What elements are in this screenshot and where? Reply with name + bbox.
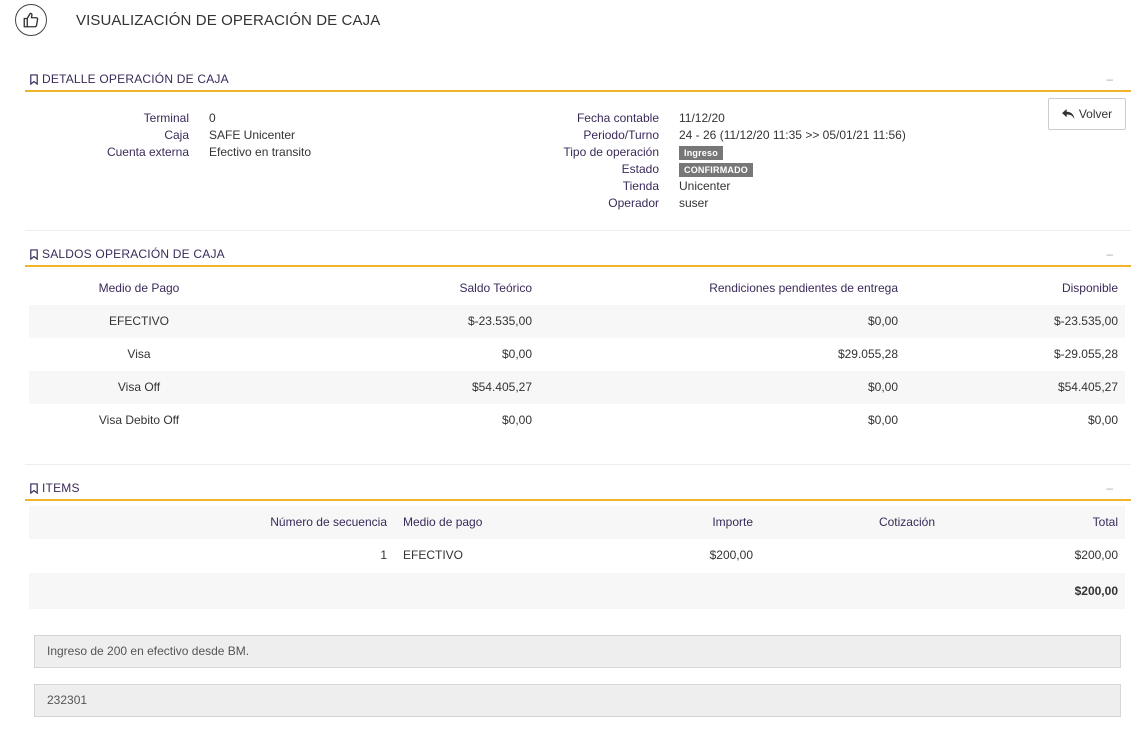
cell-saldo: $-23.535,00 <box>467 314 532 328</box>
section-title-detalle: DETALLE OPERACIÓN DE CAJA <box>42 72 229 86</box>
col-medio-de-pago: Medio de pago <box>403 515 483 529</box>
volver-button-label: Volver <box>1078 107 1113 121</box>
table-row: 1 EFECTIVO $200,00 $200,00 <box>29 539 1125 572</box>
col-saldo-teorico: Saldo Teórico <box>459 281 533 295</box>
cell-cotizacion <box>789 539 935 572</box>
cell-rendiciones: $0,00 <box>867 380 898 394</box>
periodo-turno-label: Periodo/Turno <box>583 128 659 142</box>
bookmark-icon <box>30 248 38 260</box>
tienda-label: Tienda <box>622 179 659 193</box>
cell-saldo: $0,00 <box>501 413 532 427</box>
cell-saldo: $0,00 <box>501 347 532 361</box>
section-title-items: ITEMS <box>42 481 80 495</box>
cell-rendiciones: $0,00 <box>867 314 898 328</box>
tienda-value: Unicenter <box>679 179 731 193</box>
divider <box>25 230 1131 231</box>
cell-rendiciones: $29.055,28 <box>837 347 898 361</box>
cell-disponible: $-29.055,28 <box>1053 347 1118 361</box>
cell-disponible: $0,00 <box>1087 413 1118 427</box>
cell-saldo: $54.405,27 <box>471 380 532 394</box>
cell-disponible: $54.405,27 <box>1057 380 1118 394</box>
cell-total: $200,00 <box>1074 548 1118 562</box>
volver-button[interactable]: Volver <box>1048 98 1126 130</box>
cell-secuencia: 1 <box>380 548 387 562</box>
col-cotizacion: Cotización <box>878 515 935 529</box>
items-header-row: Número de secuencia Medio de pago Import… <box>29 506 1125 539</box>
cuenta-externa-label: Cuenta externa <box>106 145 189 159</box>
bookmark-icon <box>30 482 38 494</box>
collapse-saldos-button[interactable]: – <box>1106 247 1113 261</box>
cell-medio: EFECTIVO <box>108 314 169 328</box>
operador-label: Operador <box>608 196 659 210</box>
cell-rendiciones: $0,00 <box>867 413 898 427</box>
table-row: Visa $0,00 $29.055,28 $-29.055,28 <box>29 338 1125 371</box>
estado-badge: CONFIRMADO <box>679 163 753 177</box>
table-row: EFECTIVO $-23.535,00 $0,00 $-23.535,00 <box>29 305 1125 338</box>
section-header-saldos[interactable]: SALDOS OPERACIÓN DE CAJA – <box>25 245 1131 267</box>
cell-medio: Visa Debito Off <box>98 413 180 427</box>
cuenta-externa-value: Efectivo en transito <box>209 145 312 159</box>
terminal-label: Terminal <box>143 111 189 125</box>
operador-value: suser <box>679 196 709 210</box>
items-total-row: $200,00 <box>29 573 1125 609</box>
col-importe: Importe <box>712 515 753 529</box>
table-row: Visa Off $54.405,27 $0,00 $54.405,27 <box>29 371 1125 404</box>
cell-medio: EFECTIVO <box>403 548 464 562</box>
estado-label: Estado <box>621 162 659 176</box>
cell-disponible: $-23.535,00 <box>1053 314 1118 328</box>
collapse-detalle-button[interactable]: – <box>1106 72 1113 86</box>
page-title: VISUALIZACIÓN DE OPERACIÓN DE CAJA <box>76 12 381 29</box>
periodo-turno-value: 24 - 26 (11/12/20 11:35 >> 05/01/21 11:5… <box>679 128 906 142</box>
observacion-field: Ingreso de 200 en efectivo desde BM. <box>34 635 1121 668</box>
fecha-contable-value: 11/12/20 <box>679 111 725 125</box>
collapse-items-button[interactable]: – <box>1106 481 1113 495</box>
section-header-detalle[interactable]: DETALLE OPERACIÓN DE CAJA – <box>25 70 1131 92</box>
referencia-field: 232301 <box>34 684 1121 717</box>
table-row: Visa Debito Off $0,00 $0,00 $0,00 <box>29 404 1125 437</box>
col-medio-de-pago: Medio de Pago <box>98 281 180 295</box>
bookmark-icon <box>30 73 38 85</box>
cell-importe: $200,00 <box>709 548 753 562</box>
tipo-operacion-badge: Ingreso <box>679 146 723 160</box>
col-disponible: Disponible <box>1061 281 1118 295</box>
caja-label: Caja <box>164 128 189 142</box>
col-numero-secuencia: Número de secuencia <box>270 515 387 529</box>
cell-medio: Visa Off <box>117 380 161 394</box>
section-title-saldos: SALDOS OPERACIÓN DE CAJA <box>42 247 225 261</box>
items-total-value: $200,00 <box>1074 584 1118 598</box>
divider <box>25 464 1131 465</box>
cell-medio: Visa <box>127 347 151 361</box>
thumbs-up-icon <box>15 4 47 36</box>
tipo-operacion-label: Tipo de operación <box>563 145 659 159</box>
caja-value: SAFE Unicenter <box>209 128 296 142</box>
fecha-contable-label: Fecha contable <box>576 111 659 125</box>
section-header-items[interactable]: ITEMS – <box>25 479 1131 501</box>
terminal-value: 0 <box>209 111 216 125</box>
col-total: Total <box>1092 515 1118 529</box>
saldos-header-row: Medio de Pago Saldo Teórico Rendiciones … <box>29 272 1125 305</box>
col-rendiciones-pendientes: Rendiciones pendientes de entrega <box>709 281 898 295</box>
undo-arrow-icon <box>1061 108 1075 119</box>
